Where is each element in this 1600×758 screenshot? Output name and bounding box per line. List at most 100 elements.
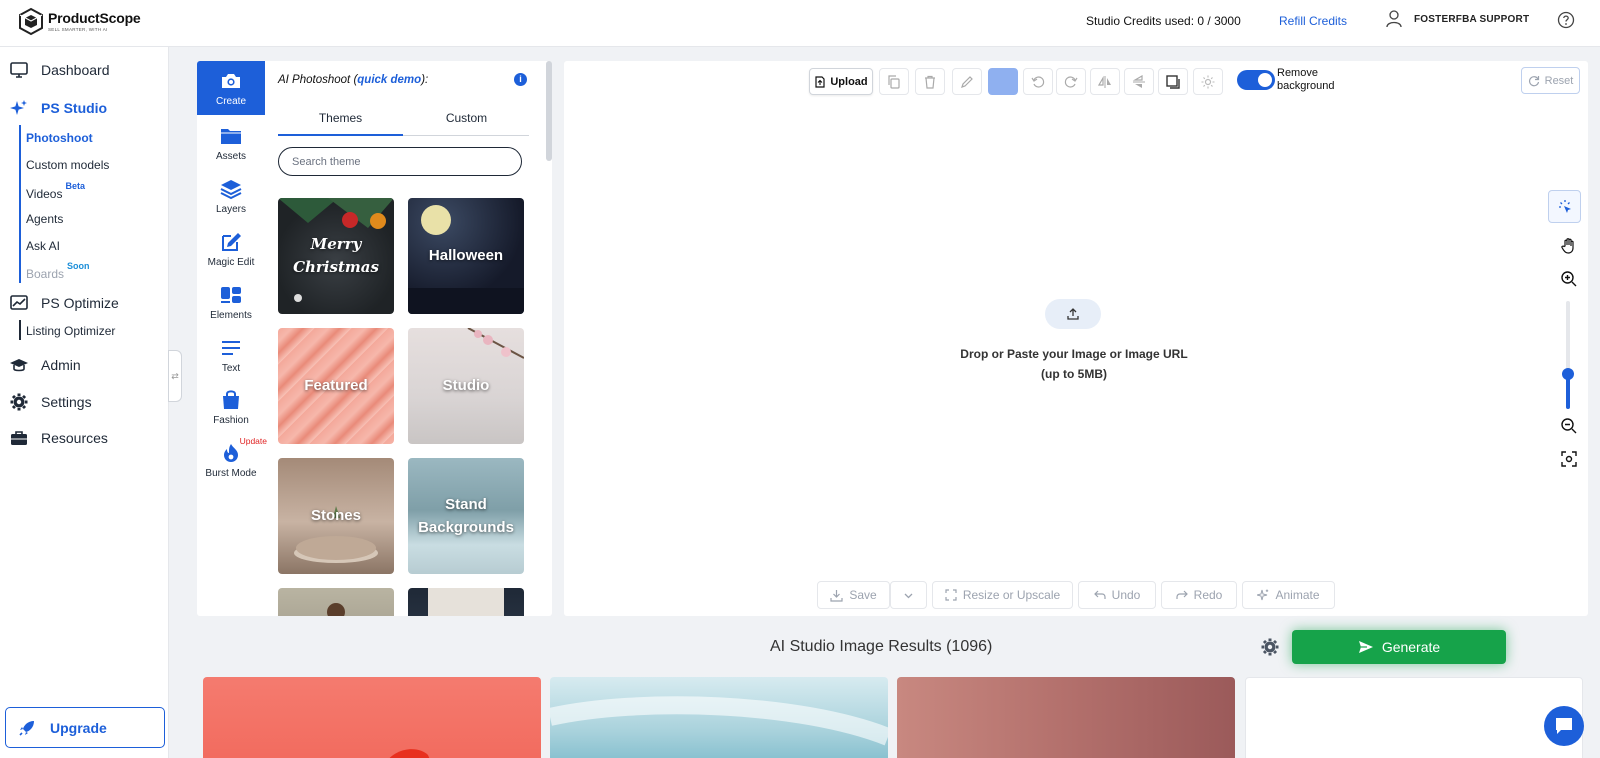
duplicate-button[interactable] [879,68,909,95]
tool-burst-mode[interactable]: Burst Mode Update [197,436,267,479]
sidebar-item-resources[interactable]: Resources [10,429,108,447]
beta-badge: Beta [65,181,85,191]
reset-button[interactable]: Reset [1521,67,1580,94]
result-image-4[interactable] [1245,677,1583,758]
edit-button[interactable] [952,68,982,95]
result-image-3[interactable] [897,677,1235,758]
zoom-slider[interactable] [1566,301,1570,409]
user-icon [1386,10,1402,28]
chat-bubble-icon [1556,718,1572,734]
chart-icon [10,295,28,310]
sidebar-sub-custom-models[interactable]: Custom models [26,158,109,172]
search-theme-input[interactable] [278,147,522,176]
zoom-out-button[interactable] [1557,414,1581,438]
rotate-left-button[interactable] [1023,68,1053,95]
tab-themes[interactable]: Themes [278,111,403,125]
upgrade-button[interactable]: Upgrade [5,707,165,748]
chevron-down-icon [904,593,913,598]
shadow-button[interactable] [1158,68,1188,95]
theme-card-featured[interactable]: Featured [278,328,394,444]
redo-button[interactable]: Redo [1161,581,1237,609]
theme-card-stones[interactable]: Stones [278,458,394,574]
refill-credits-link[interactable]: Refill Credits [1279,14,1347,28]
theme-card-stand-backgrounds[interactable]: Stand Backgrounds [408,458,524,574]
fit-to-screen-button[interactable] [1557,447,1581,471]
undo-icon [1093,590,1106,599]
flip-vertical-button[interactable] [1124,68,1154,95]
drop-zone-text: Drop or Paste your Image or Image URL (u… [960,347,1188,381]
sidebar-item-admin[interactable]: Admin [10,356,81,374]
sidebar-item-ps-studio[interactable]: PS Studio [10,99,107,117]
tool-create[interactable]: Create [197,61,265,115]
tool-panel-scrollbar[interactable] [546,61,552,161]
rotate-right-icon [1064,75,1078,88]
tab-custom[interactable]: Custom [404,111,529,125]
tool-assets[interactable]: Assets [197,125,265,162]
pointer-icon [1558,199,1571,213]
save-options-dropdown[interactable] [890,581,927,609]
sidebar-item-dashboard[interactable]: Dashboard [10,61,110,79]
drop-upload-button[interactable] [1045,299,1101,329]
theme-card-halloween[interactable]: Halloween [408,198,524,314]
focus-frame-icon [1561,451,1577,467]
tool-rail: Create Assets Layers Magic Edit Elements… [197,61,267,616]
result-image-1[interactable] [203,677,541,758]
zoom-slider-knob[interactable] [1562,368,1574,381]
theme-card-studio[interactable]: Studio [408,328,524,444]
tool-text[interactable]: Text [197,337,265,374]
redo-icon [1176,590,1188,599]
tool-elements[interactable]: Elements [197,284,265,321]
flip-horizontal-button[interactable] [1090,68,1120,95]
pan-tool-button[interactable] [1557,234,1581,258]
tool-layers[interactable]: Layers [197,178,265,215]
theme-card-person-2[interactable] [408,588,524,616]
monitor-icon [10,62,28,78]
editor-canvas[interactable]: Upload Remove background Reset Drop or P… [564,61,1588,616]
sidebar-sub-agents[interactable]: Agents [26,212,63,226]
expand-icon [945,589,957,601]
sidebar-collapse-handle[interactable]: ⇄ [168,350,182,402]
sidebar-sub-photoshoot[interactable]: Photoshoot [26,131,93,145]
save-button[interactable]: Save [817,581,890,609]
sidebar-item-settings[interactable]: Settings [10,393,92,411]
chat-support-button[interactable] [1544,706,1584,746]
resize-upscale-button[interactable]: Resize or Upscale [932,581,1073,609]
remove-background-toggle[interactable] [1237,70,1275,90]
theme-card-christmas[interactable]: Merry Christmas [278,198,394,314]
tool-magic-edit[interactable]: Magic Edit [197,231,265,268]
upload-arrow-icon [1067,308,1079,320]
sidebar-sub-ask-ai[interactable]: Ask AI [26,239,60,253]
undo-button[interactable]: Undo [1078,581,1156,609]
info-icon[interactable]: i [514,73,527,86]
delete-button[interactable] [915,68,945,95]
elements-icon [221,287,241,303]
panel-tabs: Themes Custom [278,100,529,136]
sidebar-sub-listing-optimizer[interactable]: Listing Optimizer [26,324,115,338]
rocket-icon [19,720,34,736]
tool-fashion[interactable]: Fashion [197,389,265,426]
color-swatch-button[interactable] [988,68,1018,95]
select-tool-button[interactable] [1548,190,1581,223]
sun-icon [1201,75,1215,88]
logo[interactable]: ProductScope SELL SMARTER, WITH AI [16,6,141,36]
user-menu[interactable]: FOSTERFBA SUPPORT [1386,10,1529,28]
rotate-right-button[interactable] [1056,68,1086,95]
zoom-in-button[interactable] [1557,267,1581,291]
theme-card-person-1[interactable] [278,588,394,616]
brightness-button[interactable] [1193,68,1223,95]
generation-settings-icon[interactable] [1261,638,1279,656]
credits-used: Studio Credits used: 0 / 3000 [1086,14,1241,28]
file-upload-icon [815,75,825,88]
sidebar-item-ps-optimize[interactable]: PS Optimize [10,294,119,312]
animate-button[interactable]: Animate [1242,581,1335,609]
help-icon[interactable] [1557,11,1575,29]
result-thumbnail-icon [389,749,430,758]
sparkle-icon [1257,589,1269,601]
sidebar: Dashboard PS Studio Photoshoot Custom mo… [0,47,169,758]
generate-button[interactable]: Generate [1292,630,1506,664]
sidebar-sub-videos[interactable]: VideosBeta [26,181,85,201]
upload-button[interactable]: Upload [809,68,873,95]
quick-demo-link[interactable]: quick demo [357,74,421,86]
result-image-2[interactable] [550,677,888,758]
panel-title: AI Photoshoot (quick demo): [278,74,429,86]
